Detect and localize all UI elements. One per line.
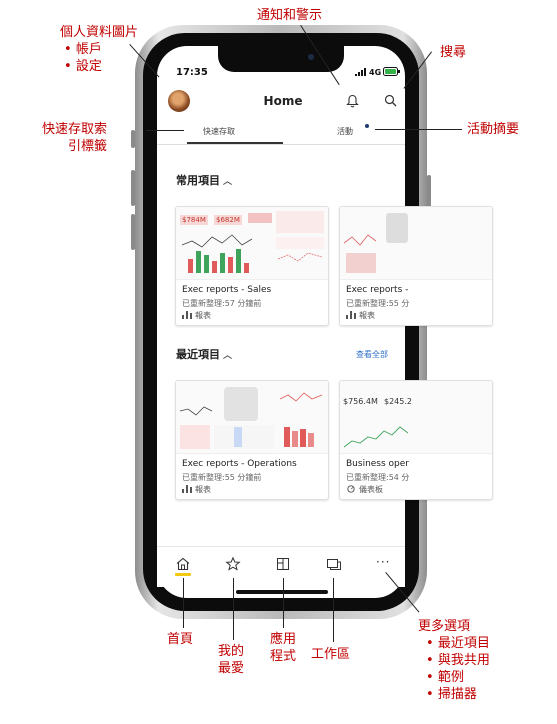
profile-avatar[interactable] (168, 90, 190, 112)
frequent-card-2[interactable]: Exec reports - 已重新整理:55 分 報表 (339, 206, 493, 326)
active-tab-indicator (187, 142, 283, 144)
chevron-up-icon: ︿ (223, 351, 233, 361)
report-thumbnail (340, 207, 492, 280)
callout-workspaces: 工作區 (311, 647, 351, 662)
workspaces-icon[interactable] (326, 556, 342, 572)
active-nav-indicator (175, 573, 191, 576)
callout-search: 搜尋 (440, 45, 467, 60)
apps-icon[interactable] (275, 556, 291, 572)
callout-line (183, 578, 184, 628)
callout-quick-access: 快速存取索 引標籤 (38, 121, 107, 155)
report-icon (346, 311, 356, 319)
card-refresh-time: 已重新整理:54 分 (346, 473, 410, 482)
callout-activity: 活動摘要 (467, 122, 520, 137)
callout-profile-item: 帳戶 (64, 41, 138, 58)
report-icon (182, 311, 192, 319)
volume-down-button (131, 214, 135, 250)
recent-card-business[interactable]: $756.4M $245.2 Business oper 已重新整理:54 分 … (339, 380, 493, 500)
callout-text: 引標籤 (68, 139, 108, 154)
callout-line (283, 578, 284, 628)
card-type: 報表 (182, 484, 211, 495)
callout-text: 我的 (218, 644, 245, 659)
callout-more-item: 範例 (426, 669, 490, 686)
front-camera (308, 54, 314, 60)
report-thumbnail (176, 381, 328, 454)
tab-quick-access[interactable]: 快速存取 (203, 126, 235, 137)
home-icon[interactable] (175, 556, 191, 572)
page-title: Home (263, 94, 303, 108)
callout-profile: 個人資料圖片 帳戶 設定 (60, 24, 138, 75)
card-type: 儀表板 (346, 484, 383, 495)
callout-line (233, 578, 234, 640)
callout-text: 程式 (270, 649, 297, 664)
callout-apps: 應用 程式 (270, 631, 296, 665)
callout-more-item: 掃描器 (426, 686, 490, 703)
activity-dot (365, 124, 369, 128)
callout-more-title: 更多選項 (418, 619, 471, 634)
card-refresh-time: 已重新整理:55 分鐘前 (182, 473, 262, 482)
dashboard-icon (347, 485, 355, 493)
callout-more-item: 與我共用 (426, 652, 490, 669)
network-label: 4G (369, 68, 382, 77)
search-icon[interactable] (384, 94, 397, 107)
mute-switch (131, 130, 135, 148)
card-type: 報表 (182, 310, 211, 321)
callout-line (333, 578, 334, 642)
see-all-link[interactable]: 查看全部 (356, 349, 388, 360)
more-icon[interactable]: ··· (376, 555, 390, 569)
callout-favorites: 我的 最愛 (218, 643, 244, 677)
report-thumbnail: $784M $682M (176, 207, 328, 280)
battery-icon (383, 67, 400, 76)
report-icon (182, 485, 192, 493)
callout-line (375, 129, 462, 130)
card-title: Exec reports - Operations (182, 459, 297, 469)
operations-chart-preview (179, 387, 323, 449)
volume-up-button (131, 170, 135, 206)
callout-text: 最愛 (218, 661, 245, 676)
callout-profile-title: 個人資料圖片 (60, 25, 139, 40)
callout-more-item: 最近項目 (426, 635, 490, 652)
callout-text: 快速存取索 (42, 122, 108, 137)
callout-profile-item: 設定 (64, 58, 138, 75)
frequents-title[interactable]: 常用項目 ︿ (176, 172, 232, 188)
tab-activity[interactable]: 活動 (337, 126, 353, 137)
callout-home: 首頁 (167, 632, 194, 647)
report-chart-preview (343, 213, 408, 273)
home-indicator (236, 590, 328, 594)
bell-icon[interactable] (346, 94, 359, 108)
card-title: Business oper (346, 459, 410, 469)
card-title: Exec reports - (346, 285, 409, 295)
recents-title[interactable]: 最近項目 ︿ (176, 346, 232, 362)
dashboard-chart-preview (343, 426, 409, 448)
chevron-up-icon: ︿ (223, 177, 233, 187)
callout-notifications: 通知和警示 (257, 8, 323, 23)
star-icon[interactable] (225, 556, 241, 572)
callout-text: 應用 (270, 632, 297, 647)
signal-icon (355, 68, 366, 76)
dashboard-thumbnail: $756.4M $245.2 (340, 381, 492, 454)
frequent-card-sales[interactable]: $784M $682M Exec reports - Sales 已重新整理:5… (175, 206, 329, 326)
callout-more: 更多選項 最近項目 與我共用 範例 掃描器 (418, 618, 490, 703)
sales-chart-preview (181, 211, 324, 273)
card-title: Exec reports - Sales (182, 285, 272, 295)
status-time: 17:35 (176, 67, 208, 78)
card-type: 報表 (346, 310, 375, 321)
callout-line (146, 130, 184, 131)
card-refresh-time: 已重新整理:57 分鐘前 (182, 299, 262, 308)
notch (218, 46, 344, 72)
card-refresh-time: 已重新整理:55 分 (346, 299, 410, 308)
recent-card-operations[interactable]: Exec reports - Operations 已重新整理:55 分鐘前 報… (175, 380, 329, 500)
